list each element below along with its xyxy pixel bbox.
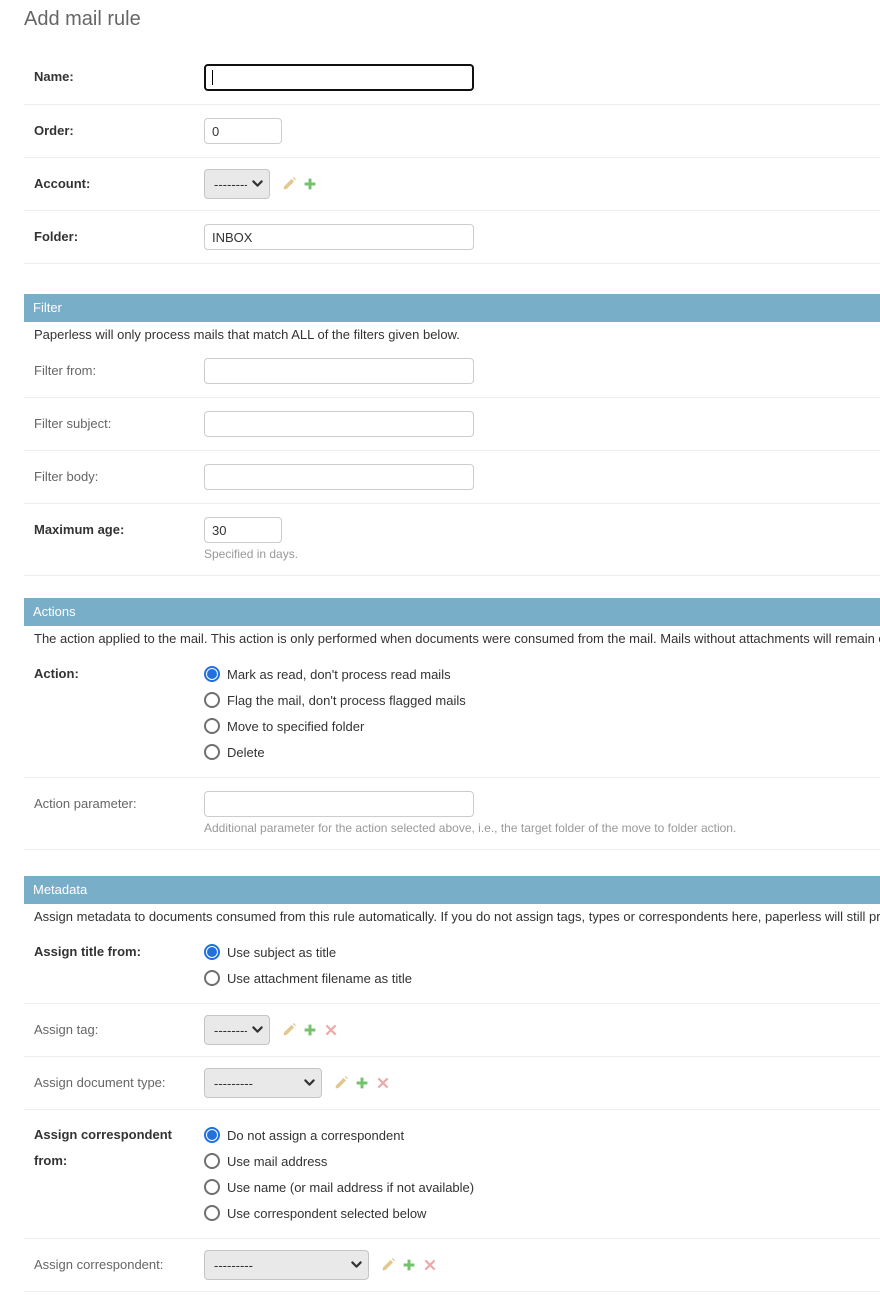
assign-title-from-label: Assign title from: [34,939,204,965]
form-row-assign-document-type: Assign document type: --------- [24,1057,880,1110]
correspondent-from-option-name[interactable]: Use name (or mail address if not availab… [204,1174,474,1200]
action-option-mark-as-read[interactable]: Mark as read, don't process read mails [204,661,466,687]
title-from-option-subject[interactable]: Use subject as title [204,939,412,965]
action-parameter-label: Action parameter: [34,791,204,817]
delete-document-type-icon[interactable] [376,1076,390,1090]
filter-body-input[interactable] [204,464,474,490]
assign-document-type-label: Assign document type: [34,1068,204,1098]
order-label: Order: [34,118,204,144]
radio-unchecked-icon[interactable] [204,744,220,760]
filter-from-label: Filter from: [34,358,204,384]
metadata-description: Assign metadata to documents consumed fr… [24,904,880,927]
add-mail-rule-form: Name: Order: Account: --------- [24,51,880,1292]
filter-section-header: Filter [24,294,880,322]
filter-from-input[interactable] [204,358,474,384]
actions-description: The action applied to the mail. This act… [24,626,880,649]
page-title: Add mail rule [24,8,880,31]
correspondent-from-option-selected-below[interactable]: Use correspondent selected below [204,1200,474,1226]
action-option-delete[interactable]: Delete [204,739,466,765]
account-select[interactable]: --------- [204,169,270,199]
action-parameter-help: Additional parameter for the action sele… [204,821,736,836]
form-row-account: Account: --------- [24,158,880,211]
form-row-assign-tag: Assign tag: --------- [24,1004,880,1057]
form-row-action-parameter: Action parameter: Additional parameter f… [24,778,880,850]
action-option-flag-mail[interactable]: Flag the mail, don't process flagged mai… [204,687,466,713]
order-input[interactable] [204,118,282,144]
form-row-filter-from: Filter from: [24,345,880,398]
assign-tag-label: Assign tag: [34,1015,204,1045]
form-row-filter-body: Filter body: [24,451,880,504]
assign-correspondent-from-label: Assign correspondent from: [34,1122,204,1174]
correspondent-from-option-mail-address[interactable]: Use mail address [204,1148,474,1174]
assign-title-from-radio-group: Use subject as title Use attachment file… [204,939,412,991]
radio-unchecked-icon[interactable] [204,1153,220,1169]
radio-unchecked-icon[interactable] [204,1205,220,1221]
folder-label: Folder: [34,224,204,250]
form-row-assign-title-from: Assign title from: Use subject as title … [24,927,880,1004]
name-label: Name: [34,64,204,90]
form-row-folder: Folder: [24,211,880,264]
assign-correspondent-label: Assign correspondent: [34,1250,204,1280]
form-row-assign-correspondent: Assign correspondent: --------- [24,1239,880,1292]
account-label: Account: [34,169,204,199]
delete-tag-icon[interactable] [324,1023,338,1037]
assign-document-type-select[interactable]: --------- [204,1068,322,1098]
action-option-move-folder[interactable]: Move to specified folder [204,713,466,739]
radio-unchecked-icon[interactable] [204,970,220,986]
form-row-maximum-age: Maximum age: Specified in days. [24,504,880,576]
action-parameter-input[interactable] [204,791,474,817]
add-correspondent-icon[interactable] [402,1258,416,1272]
radio-unchecked-icon[interactable] [204,692,220,708]
form-row-filter-subject: Filter subject: [24,398,880,451]
add-tag-icon[interactable] [303,1023,317,1037]
fieldset-basic: Name: Order: Account: --------- [24,51,880,264]
action-radio-group: Mark as read, don't process read mails F… [204,661,466,765]
radio-checked-icon[interactable] [204,944,220,960]
title-from-option-attachment[interactable]: Use attachment filename as title [204,965,412,991]
metadata-section-header: Metadata [24,876,880,904]
filter-subject-label: Filter subject: [34,411,204,437]
folder-input[interactable] [204,224,474,250]
radio-unchecked-icon[interactable] [204,1179,220,1195]
fieldset-actions: Actions The action applied to the mail. … [24,598,880,850]
name-input[interactable] [204,64,474,91]
filter-description: Paperless will only process mails that m… [24,322,880,345]
edit-correspondent-icon[interactable] [381,1258,395,1272]
assign-tag-select[interactable]: --------- [204,1015,270,1045]
filter-body-label: Filter body: [34,464,204,490]
assign-correspondent-from-radio-group: Do not assign a correspondent Use mail a… [204,1122,474,1226]
fieldset-metadata: Metadata Assign metadata to documents co… [24,876,880,1292]
maximum-age-input[interactable] [204,517,282,543]
text-cursor [212,70,213,85]
actions-section-header: Actions [24,598,880,626]
form-row-action: Action: Mark as read, don't process read… [24,649,880,778]
form-row-name: Name: [24,51,880,105]
fieldset-filter: Filter Paperless will only process mails… [24,294,880,576]
radio-checked-icon[interactable] [204,666,220,682]
delete-correspondent-icon[interactable] [423,1258,437,1272]
edit-tag-icon[interactable] [282,1023,296,1037]
maximum-age-help: Specified in days. [204,547,298,562]
radio-checked-icon[interactable] [204,1127,220,1143]
edit-document-type-icon[interactable] [334,1076,348,1090]
form-row-order: Order: [24,105,880,158]
add-document-type-icon[interactable] [355,1076,369,1090]
assign-correspondent-select[interactable]: --------- [204,1250,369,1280]
form-row-assign-correspondent-from: Assign correspondent from: Do not assign… [24,1110,880,1239]
action-label: Action: [34,661,204,687]
edit-account-icon[interactable] [282,177,296,191]
add-account-icon[interactable] [303,177,317,191]
maximum-age-label: Maximum age: [34,517,204,543]
radio-unchecked-icon[interactable] [204,718,220,734]
filter-subject-input[interactable] [204,411,474,437]
correspondent-from-option-none[interactable]: Do not assign a correspondent [204,1122,474,1148]
